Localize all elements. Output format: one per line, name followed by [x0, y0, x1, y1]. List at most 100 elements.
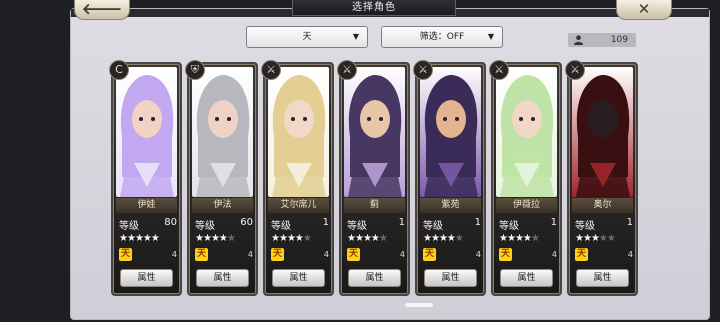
level-row: 等级 1: [423, 217, 481, 232]
attribute-button[interactable]: 属性: [348, 269, 401, 287]
level-value: 80: [164, 217, 177, 228]
level-value: 60: [240, 217, 253, 228]
level-value: 1: [322, 217, 329, 228]
element-row: 天 4: [499, 248, 557, 262]
attribute-button[interactable]: 属性: [576, 269, 629, 287]
element-row: 天 4: [347, 248, 405, 262]
level-row: 等级 1: [575, 217, 633, 232]
attribute-button[interactable]: 属性: [120, 269, 173, 287]
character-card[interactable]: C 伊娃 等级 80 ★★★★★ 天 4 属性: [109, 60, 182, 296]
user-icon: [574, 35, 583, 45]
heaven-element-icon: 天: [423, 248, 436, 261]
star-rating: ★★★★★: [119, 233, 160, 244]
character-card[interactable]: ⚔ 伊薇拉 等级 1 ★★★★★ 天 4 属性: [489, 60, 562, 296]
level-label: 等级: [347, 221, 367, 232]
level-row: 等级 1: [271, 217, 329, 232]
level-label: 等级: [271, 221, 291, 232]
heaven-element-icon: 天: [119, 248, 132, 261]
scroll-indicator[interactable]: [405, 303, 433, 307]
character-name: 伊娃: [116, 198, 177, 213]
close-button[interactable]: ✕: [616, 0, 672, 20]
level-row: 等级 1: [499, 217, 557, 232]
character-card[interactable]: ⚔ 奥尔 等级 1 ★★★★★ 天 4 属性: [565, 60, 638, 296]
attribute-button[interactable]: 属性: [424, 269, 477, 287]
level-label: 等级: [423, 221, 443, 232]
heaven-element-icon: 天: [347, 248, 360, 261]
character-name: 艾尔席儿: [268, 198, 329, 213]
element-count: 4: [551, 250, 557, 259]
character-count: 109: [610, 35, 628, 45]
character-card[interactable]: ⚔ 艾尔席儿 等级 1 ★★★★★ 天 4 属性: [261, 60, 334, 296]
heaven-element-icon: 天: [499, 248, 512, 261]
level-row: 等级 1: [347, 217, 405, 232]
star-rating: ★★★★★: [575, 233, 616, 244]
element-row: 天 4: [119, 248, 177, 262]
chevron-down-icon: ▼: [352, 32, 359, 41]
level-row: 等级 60: [195, 217, 253, 232]
star-rating: ★★★★★: [499, 233, 540, 244]
filter-dropdown-value: 筛选：OFF: [419, 32, 465, 42]
back-button[interactable]: 🡐: [74, 0, 130, 20]
level-label: 等级: [195, 221, 215, 232]
page-title: 选择角色: [292, 0, 456, 16]
character-card[interactable]: ⚔ 紫苑 等级 1 ★★★★★ 天 4 属性: [413, 60, 486, 296]
character-name: 伊法: [192, 198, 253, 213]
level-value: 1: [398, 217, 405, 228]
element-dropdown-value: 天: [302, 32, 312, 42]
level-value: 1: [474, 217, 481, 228]
attribute-button[interactable]: 属性: [500, 269, 553, 287]
filter-dropdown[interactable]: 筛选：OFF ▼: [381, 26, 503, 48]
element-row: 天 4: [195, 248, 253, 262]
character-portrait[interactable]: [116, 67, 177, 197]
close-icon: ✕: [637, 0, 651, 18]
character-name: 蓟: [344, 198, 405, 213]
heaven-element-icon: 天: [195, 248, 208, 261]
star-rating: ★★★★★: [271, 233, 312, 244]
element-count: 4: [247, 250, 253, 259]
character-name: 伊薇拉: [496, 198, 557, 213]
character-card[interactable]: ⚔ 蓟 等级 1 ★★★★★ 天 4 属性: [337, 60, 410, 296]
attribute-button[interactable]: 属性: [196, 269, 249, 287]
sword-icon: ⚔: [261, 60, 281, 80]
star-rating: ★★★★★: [347, 233, 388, 244]
level-label: 等级: [119, 221, 139, 232]
character-portrait[interactable]: [496, 67, 557, 197]
sword-icon: ⚔: [489, 60, 509, 80]
heaven-element-icon: 天: [271, 248, 284, 261]
character-portrait[interactable]: [192, 67, 253, 197]
level-label: 等级: [575, 221, 595, 232]
star-rating: ★★★★★: [423, 233, 464, 244]
attribute-button[interactable]: 属性: [272, 269, 325, 287]
level-value: 1: [626, 217, 633, 228]
sword-icon: ⚔: [413, 60, 433, 80]
back-arrow-icon: 🡐: [81, 0, 123, 18]
character-card[interactable]: ⛨ 伊法 等级 60 ★★★★★ 天 4 属性: [185, 60, 258, 296]
star-rating: ★★★★★: [195, 233, 236, 244]
element-row: 天 4: [271, 248, 329, 262]
element-dropdown[interactable]: 天 ▼: [246, 26, 368, 48]
level-value: 1: [550, 217, 557, 228]
element-count: 4: [627, 250, 633, 259]
character-portrait[interactable]: [420, 67, 481, 197]
level-row: 等级 80: [119, 217, 177, 232]
element-row: 天 4: [423, 248, 481, 262]
character-list: C 伊娃 等级 80 ★★★★★ 天 4 属性 ⛨ 伊法 等级 60 ★★★★★…: [109, 60, 638, 296]
character-portrait[interactable]: [344, 67, 405, 197]
character-portrait[interactable]: [268, 67, 329, 197]
heaven-element-icon: 天: [575, 248, 588, 261]
level-label: 等级: [499, 221, 519, 232]
sword-icon: ⚔: [565, 60, 585, 80]
c-icon: C: [109, 60, 129, 80]
element-count: 4: [323, 250, 329, 259]
element-row: 天 4: [575, 248, 633, 262]
sword-icon: ⚔: [337, 60, 357, 80]
chevron-down-icon: ▼: [487, 32, 494, 41]
element-count: 4: [171, 250, 177, 259]
element-count: 4: [475, 250, 481, 259]
character-name: 紫苑: [420, 198, 481, 213]
element-count: 4: [399, 250, 405, 259]
armor-icon: ⛨: [185, 60, 205, 80]
character-portrait[interactable]: [572, 67, 633, 197]
character-name: 奥尔: [572, 198, 633, 213]
character-count-badge: 109: [568, 33, 636, 47]
